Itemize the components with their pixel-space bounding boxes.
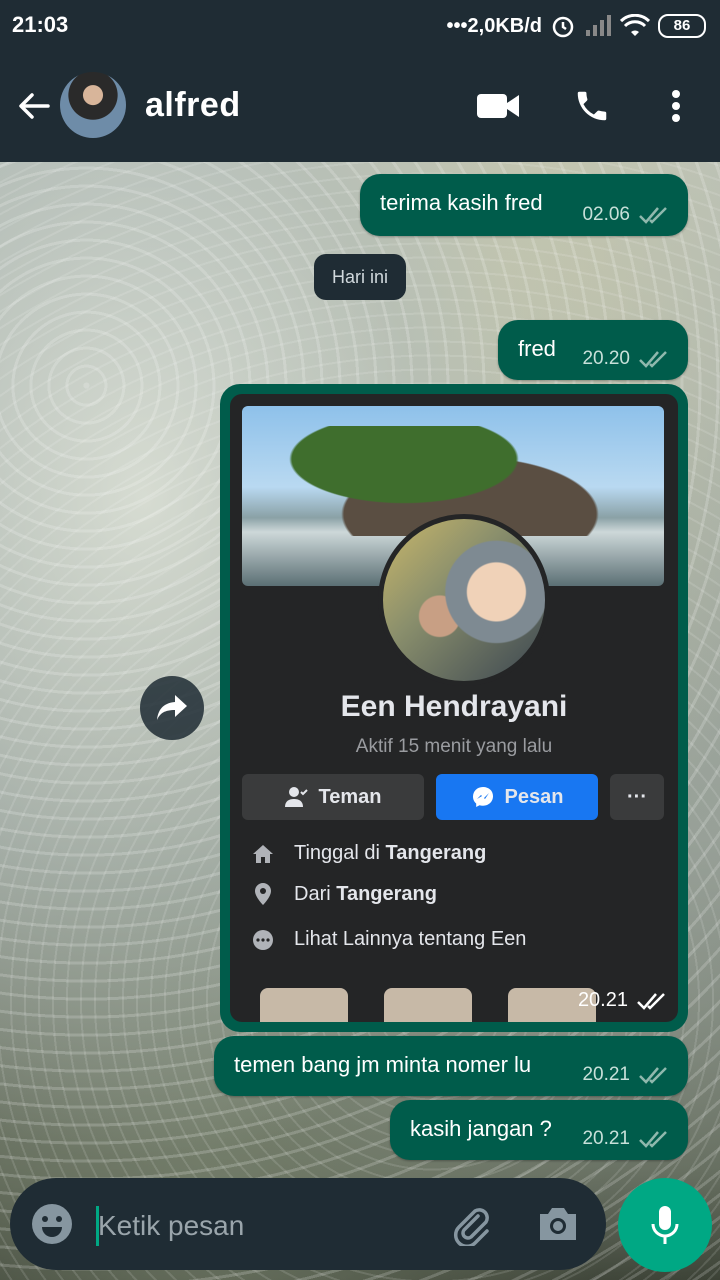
home-icon bbox=[253, 844, 273, 863]
double-check-icon bbox=[639, 351, 667, 368]
more-options-button[interactable] bbox=[652, 82, 700, 130]
camera-icon[interactable] bbox=[536, 1204, 580, 1244]
see-more-text: Lihat Lainnya tentang Een bbox=[294, 928, 527, 950]
more-button: ··· bbox=[610, 774, 664, 820]
forward-icon bbox=[157, 695, 187, 720]
contact-avatar[interactable] bbox=[60, 72, 126, 138]
message-meta: 20.21 bbox=[582, 1064, 670, 1086]
double-check-icon bbox=[639, 1067, 667, 1084]
message-time: 20.21 bbox=[582, 1064, 630, 1085]
forward-button[interactable] bbox=[140, 676, 204, 740]
signal-icon bbox=[586, 15, 611, 36]
voice-call-icon bbox=[577, 91, 607, 121]
message-time: 20.20 bbox=[582, 348, 630, 369]
voice-call-button[interactable] bbox=[568, 82, 616, 130]
chat-area[interactable]: terima kasih fred 02.06 Hari ini fred 20… bbox=[0, 162, 720, 1280]
message-text: kasih jangan ? bbox=[410, 1116, 552, 1141]
network-speed: •••2,0KB/d bbox=[446, 14, 542, 37]
status-bar: 21:03 •••2,0KB/d 86 bbox=[0, 0, 720, 52]
emoji-icon[interactable] bbox=[30, 1202, 74, 1246]
friend-label: Teman bbox=[318, 785, 382, 808]
video-call-button[interactable] bbox=[474, 82, 522, 130]
info-row-live: Tinggal di Tangerang bbox=[252, 842, 486, 865]
message-bubble[interactable]: fred 20.20 bbox=[498, 320, 688, 380]
screenshot-image: Een Hendrayani Aktif 15 menit yang lalu … bbox=[230, 394, 678, 1022]
message-meta: 20.20 bbox=[582, 348, 670, 370]
message-text: fred bbox=[518, 336, 556, 361]
double-check-icon bbox=[639, 207, 667, 224]
battery-indicator: 86 bbox=[658, 14, 706, 38]
message-label: Pesan bbox=[504, 785, 564, 808]
message-bubble[interactable]: kasih jangan ? 20.21 bbox=[390, 1100, 688, 1160]
back-arrow-icon[interactable] bbox=[16, 88, 52, 124]
profile-name: Een Hendrayani bbox=[340, 690, 568, 723]
message-meta: 20.21 bbox=[582, 1128, 670, 1150]
date-chip: Hari ini bbox=[314, 254, 406, 300]
from-city: Tangerang bbox=[336, 882, 437, 905]
active-status: Aktif 15 menit yang lalu bbox=[355, 736, 553, 757]
contact-name[interactable]: alfred bbox=[145, 86, 241, 125]
friend-button: Teman bbox=[242, 774, 424, 820]
status-time: 21:03 bbox=[12, 12, 69, 37]
messenger-icon bbox=[472, 787, 493, 807]
alarm-icon bbox=[552, 16, 574, 38]
more-dots-icon bbox=[253, 929, 273, 950]
profile-photo bbox=[378, 514, 550, 686]
friend-thumbnail bbox=[384, 988, 472, 1022]
message-time: 02.06 bbox=[582, 204, 630, 225]
status-icons: •••2,0KB/d 86 bbox=[447, 10, 706, 42]
image-message[interactable]: Een Hendrayani Aktif 15 menit yang lalu … bbox=[220, 384, 688, 1032]
message-button: Pesan bbox=[436, 774, 598, 820]
attach-icon[interactable] bbox=[448, 1202, 492, 1246]
double-check-icon bbox=[639, 1131, 667, 1148]
more-options-icon bbox=[672, 90, 680, 122]
video-call-icon bbox=[477, 94, 519, 118]
message-bubble[interactable]: temen bang jm minta nomer lu 20.21 bbox=[214, 1036, 688, 1096]
location-pin-icon bbox=[255, 883, 271, 905]
message-time: 20.21 bbox=[577, 989, 628, 1011]
info-row-from: Dari Tangerang bbox=[252, 882, 437, 906]
message-time: 20.21 bbox=[582, 1128, 630, 1149]
message-input-bar: Ketik pesan bbox=[10, 1178, 606, 1270]
more-label: ··· bbox=[627, 785, 647, 808]
message-text: terima kasih fred bbox=[380, 190, 543, 215]
message-text: temen bang jm minta nomer lu bbox=[234, 1052, 532, 1077]
image-meta: 20.21 bbox=[578, 989, 668, 1012]
info-row-more: Lihat Lainnya tentang Een bbox=[252, 928, 526, 951]
voice-record-button[interactable] bbox=[618, 1178, 712, 1272]
friend-thumbnail bbox=[260, 988, 348, 1022]
microphone-icon bbox=[651, 1206, 679, 1244]
message-meta: 02.06 bbox=[582, 204, 670, 226]
double-check-icon bbox=[637, 992, 665, 1010]
friend-check-icon bbox=[284, 787, 308, 807]
chat-header: alfred bbox=[0, 52, 720, 162]
message-input[interactable]: Ketik pesan bbox=[98, 1210, 244, 1242]
wifi-icon bbox=[620, 14, 650, 36]
live-city: Tangerang bbox=[385, 842, 487, 864]
message-bubble[interactable]: terima kasih fred 02.06 bbox=[360, 174, 688, 236]
